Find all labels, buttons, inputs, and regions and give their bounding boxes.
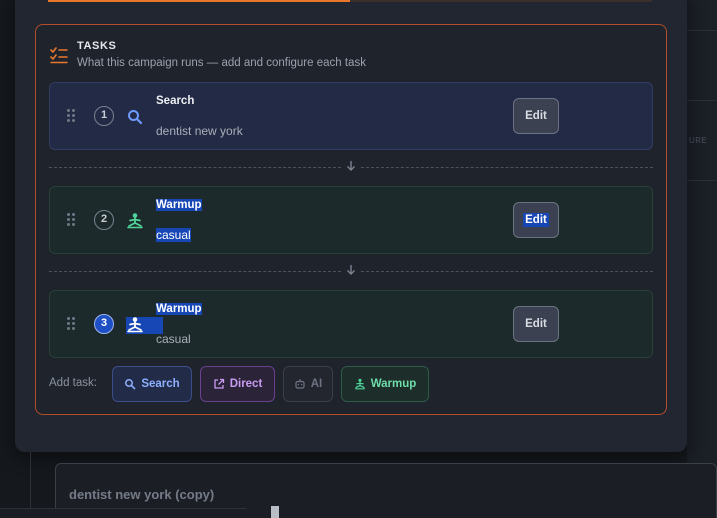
task-number: 2 [94,210,114,230]
task-connector [49,161,653,173]
task-number: 1 [94,106,114,126]
search-icon [125,379,136,390]
drag-handle-icon[interactable] [67,109,77,123]
add-task-label: Add task: [49,377,97,389]
task-type: Search [156,95,195,107]
add-warmup-label: Warmup [370,378,417,390]
warmup-icon [127,213,143,229]
drag-handle-icon[interactable] [67,317,77,331]
task-type: Warmup [156,303,202,315]
screen: URE TASKS What this campaign runs — add … [0,0,717,518]
robot-icon [295,379,305,389]
task-connector [49,265,653,277]
drag-handle-icon[interactable] [67,213,77,227]
warmup-icon [354,378,365,390]
add-ai-label: AI [310,378,323,390]
edit-label: Edit [523,213,549,227]
arrow-down-icon [347,265,355,275]
task-query: casual [156,228,191,242]
edit-label: Edit [525,318,547,330]
scrollbar-thumb[interactable] [271,506,279,518]
edit-task-button[interactable]: Edit [513,202,559,238]
background-app-panel: URE [687,0,717,518]
task-query: dentist new york [156,124,243,138]
add-search-label: Search [141,378,180,390]
add-warmup-task-button[interactable]: Warmup [341,366,429,402]
task-type: Warmup [156,199,202,211]
task-card-warmup[interactable]: 2 Warmup casual Edit [49,186,653,254]
progress-bar [48,0,350,2]
add-direct-label: Direct [229,378,263,390]
arrow-down-icon [347,161,355,171]
add-direct-task-button[interactable]: Direct [200,366,275,402]
tasks-checklist-icon [50,47,68,64]
background-footer [0,508,246,518]
add-search-task-button[interactable]: Search [112,366,192,402]
edit-label: Edit [525,110,547,122]
edit-task-button[interactable]: Edit [513,306,559,342]
task-card-search[interactable]: 1 Search dentist new york Edit [49,82,653,150]
task-query: casual [156,332,191,346]
task-card-warmup[interactable]: 3 Warmup casual Edit [49,290,653,358]
campaign-name-value: dentist new york (copy) [69,487,215,502]
warmup-icon [127,317,143,333]
background-ghost-label: URE [689,136,708,145]
add-ai-task-button[interactable]: AI [283,366,333,402]
search-icon [128,110,143,125]
edit-task-button[interactable]: Edit [513,98,559,134]
section-subtitle: What this campaign runs — add and config… [77,57,366,69]
section-title: TASKS [77,40,117,52]
external-link-icon [214,378,224,389]
task-number: 3 [94,314,114,334]
